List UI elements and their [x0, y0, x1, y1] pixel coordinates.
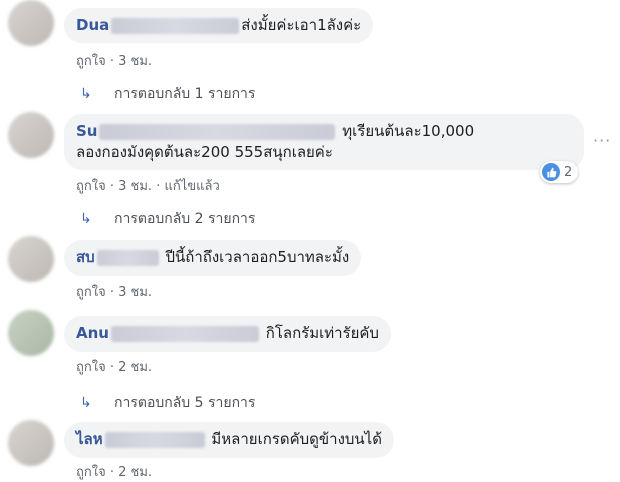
- commenter-name[interactable]: Anu: [76, 324, 109, 342]
- comment-text: มีหลายเกรดคับดูข้างบนได้: [211, 430, 382, 448]
- like-link[interactable]: ถูกใจ: [76, 179, 106, 194]
- reaction-summary[interactable]: 2: [540, 161, 579, 183]
- separator: ·: [109, 54, 114, 69]
- comment-bubble: ไลห มีหลายเกรดคับดูข้างบนได้: [64, 422, 394, 458]
- separator: ·: [109, 285, 114, 300]
- comment-meta: ถูกใจ · 3 ชม.: [76, 281, 152, 302]
- comment-bubble: Dua ส่งมั้ยค่ะเอา1ลังค่ะ: [64, 8, 374, 43]
- comment-meta: ถูกใจ · 3 ชม.: [76, 50, 152, 71]
- avatar[interactable]: [8, 0, 54, 46]
- comment-text: ปีนี้ถ้าถึงเวลาออก5บาทละมั้ง: [165, 248, 350, 266]
- comment-bubble: Anu กิโลกรัมเท่ารัยคับ: [64, 316, 391, 352]
- comment-text: กิโลกรัมเท่ารัยคับ: [265, 324, 379, 342]
- comment-text: ส่งมั้ยค่ะเอา1ลังค่ะ: [241, 16, 362, 34]
- reply-arrow-icon: ↳: [80, 211, 92, 227]
- reaction-count: 2: [564, 164, 573, 180]
- timestamp[interactable]: 3 ชม.: [118, 179, 152, 194]
- reply-arrow-icon: ↳: [80, 86, 92, 102]
- view-replies-link[interactable]: ↳ การตอบกลับ 1 รายการ: [80, 83, 255, 105]
- avatar[interactable]: [8, 420, 54, 466]
- more-options-icon[interactable]: ···: [593, 131, 611, 150]
- view-replies-link[interactable]: ↳ การตอบกลับ 5 รายการ: [80, 392, 255, 414]
- comment-meta: ถูกใจ · 3 ชม. · แก้ไขแล้ว: [76, 175, 220, 196]
- commenter-name[interactable]: Dua: [76, 16, 109, 34]
- commenter-name[interactable]: ไลห: [76, 430, 103, 448]
- commenter-name[interactable]: Su: [76, 122, 97, 140]
- like-link[interactable]: ถูกใจ: [76, 54, 106, 69]
- separator: ·: [109, 360, 114, 375]
- redacted-name: [96, 249, 159, 266]
- like-link[interactable]: ถูกใจ: [76, 360, 106, 375]
- separator: ·: [109, 179, 114, 194]
- redacted-name: [99, 123, 336, 140]
- avatar[interactable]: [8, 310, 54, 356]
- timestamp[interactable]: 3 ชม.: [118, 54, 152, 69]
- timestamp[interactable]: 2 ชม.: [118, 360, 152, 375]
- comment-bubble: Su ทุเรียนต้นละ10,000 ลองกองมังคุดต้นละ2…: [64, 114, 584, 170]
- comment-meta: ถูกใจ · 2 ชม.: [76, 461, 152, 482]
- redacted-name: [111, 17, 240, 34]
- like-link[interactable]: ถูกใจ: [76, 285, 106, 300]
- avatar[interactable]: [8, 112, 54, 158]
- view-replies-link[interactable]: ↳ การตอบกลับ 2 รายการ: [80, 208, 255, 230]
- separator: ·: [156, 179, 161, 194]
- replies-count[interactable]: การตอบกลับ 2 รายการ: [114, 208, 255, 230]
- timestamp[interactable]: 3 ชม.: [118, 285, 152, 300]
- replies-count[interactable]: การตอบกลับ 1 รายการ: [114, 83, 255, 105]
- redacted-name: [110, 325, 259, 342]
- replies-count[interactable]: การตอบกลับ 5 รายการ: [114, 392, 255, 414]
- commenter-name[interactable]: สบ: [76, 248, 95, 266]
- comment-text-line2: ลองกองมังคุดต้นละ200 555สนุกเลยค่ะ: [76, 143, 333, 161]
- redacted-name: [104, 431, 205, 448]
- edited-label[interactable]: แก้ไขแล้ว: [165, 179, 220, 194]
- thumbs-up-icon: [542, 163, 560, 181]
- comment-meta: ถูกใจ · 2 ชม.: [76, 356, 152, 377]
- avatar[interactable]: [8, 236, 54, 282]
- comment-text-line1: ทุเรียนต้นละ10,000: [342, 122, 475, 140]
- comment-bubble: สบ ปีนี้ถ้าถึงเวลาออก5บาทละมั้ง: [64, 240, 362, 276]
- reply-arrow-icon: ↳: [80, 395, 92, 411]
